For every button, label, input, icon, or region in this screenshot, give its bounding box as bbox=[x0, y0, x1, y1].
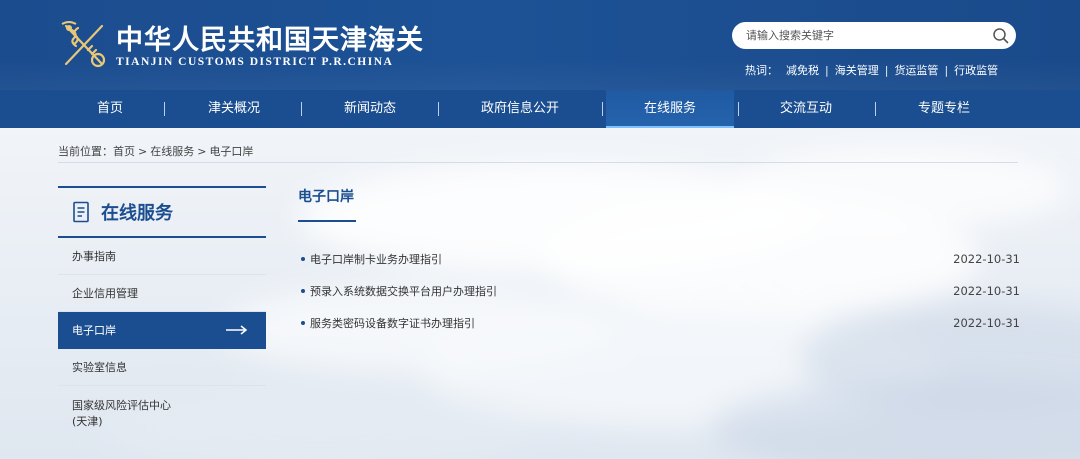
breadcrumb-separator: > bbox=[197, 145, 207, 158]
sidebar-item-label: 国家级风险评估中心(天津) bbox=[72, 399, 171, 428]
document-icon bbox=[73, 201, 89, 223]
breadcrumb-link-online-service[interactable]: 在线服务 bbox=[150, 145, 194, 158]
hotword-link[interactable]: 货运监管 bbox=[894, 62, 938, 78]
site-title: 中华人民共和国天津海关 bbox=[116, 25, 424, 56]
section-title: 电子口岸 bbox=[298, 189, 354, 205]
nav-item-about[interactable]: 津关概况 bbox=[188, 90, 280, 128]
nav-item-home[interactable]: 首页 bbox=[70, 90, 150, 128]
nav-divider bbox=[602, 102, 603, 116]
hotword-link[interactable]: 行政监管 bbox=[954, 62, 998, 78]
article-link[interactable]: 电子口岸制卡业务办理指引 bbox=[310, 253, 442, 266]
nav-item-topics[interactable]: 专题专栏 bbox=[898, 90, 990, 128]
nav-item-news[interactable]: 新闻动态 bbox=[324, 90, 416, 128]
hotwords: 热词： 减免税 | 海关管理 | 货运监管 | 行政监管 bbox=[745, 62, 998, 78]
breadcrumb-divider bbox=[58, 162, 1018, 163]
arrow-right-icon bbox=[226, 325, 248, 335]
sidebar-header: 在线服务 bbox=[58, 186, 266, 238]
breadcrumb: 当前位置：首页 > 在线服务 > 电子口岸 bbox=[58, 143, 253, 159]
bullet-icon bbox=[301, 321, 305, 325]
article-link[interactable]: 服务类密码设备数字证书办理指引 bbox=[310, 317, 475, 330]
article-list: 电子口岸制卡业务办理指引 2022-10-31 预录入系统数据交换平台用户办理指… bbox=[298, 243, 1020, 339]
nav-divider bbox=[738, 102, 739, 116]
article-date: 2022-10-31 bbox=[953, 284, 1020, 298]
hotword-link[interactable]: 减免税 bbox=[786, 62, 819, 78]
sidebar: 在线服务 办事指南 企业信用管理 电子口岸 实验室信息 国家级风险评估中心(天津… bbox=[58, 186, 266, 440]
nav-divider bbox=[164, 102, 165, 116]
hotword-divider: | bbox=[825, 63, 829, 77]
list-item: 预录入系统数据交换平台用户办理指引 2022-10-31 bbox=[298, 275, 1020, 307]
nav-item-online-service[interactable]: 在线服务 bbox=[606, 90, 734, 128]
nav-item-gov-info[interactable]: 政府信息公开 bbox=[460, 90, 580, 128]
hotword-divider: | bbox=[884, 63, 889, 77]
sidebar-item-credit[interactable]: 企业信用管理 bbox=[58, 275, 266, 312]
nav-divider bbox=[875, 102, 876, 116]
sidebar-item-lab[interactable]: 实验室信息 bbox=[58, 349, 266, 386]
sidebar-item-guide[interactable]: 办事指南 bbox=[58, 238, 266, 275]
list-item: 服务类密码设备数字证书办理指引 2022-10-31 bbox=[298, 307, 1020, 339]
sidebar-item-label: 电子口岸 bbox=[72, 324, 116, 337]
sidebar-title: 在线服务 bbox=[101, 203, 173, 224]
article-link[interactable]: 预录入系统数据交换平台用户办理指引 bbox=[310, 285, 497, 298]
nav-item-interaction[interactable]: 交流互动 bbox=[760, 90, 852, 128]
nav-divider bbox=[438, 102, 439, 116]
hotword-link[interactable]: 海关管理 bbox=[835, 62, 879, 78]
main-content: 电子口岸 电子口岸制卡业务办理指引 2022-10-31 预录入系统数据交换平台… bbox=[298, 186, 1020, 330]
breadcrumb-link-home[interactable]: 首页 bbox=[113, 145, 135, 158]
sidebar-item-risk-center[interactable]: 国家级风险评估中心(天津) bbox=[58, 386, 266, 440]
section-title-underline bbox=[298, 220, 356, 222]
hotword-divider: | bbox=[944, 63, 949, 77]
search-box bbox=[732, 22, 1016, 49]
sidebar-item-e-port[interactable]: 电子口岸 bbox=[58, 312, 266, 349]
nav-divider bbox=[301, 102, 302, 116]
bullet-icon bbox=[301, 289, 305, 293]
breadcrumb-current[interactable]: 电子口岸 bbox=[209, 145, 253, 158]
site-header: 中华人民共和国天津海关 TIANJIN CUSTOMS DISTRICT P.R… bbox=[0, 0, 1080, 90]
sidebar-item-label: 办事指南 bbox=[72, 250, 116, 263]
list-item: 电子口岸制卡业务办理指引 2022-10-31 bbox=[298, 243, 1020, 275]
site-subtitle: TIANJIN CUSTOMS DISTRICT P.R.CHINA bbox=[116, 56, 394, 68]
main-nav: 首页 津关概况 新闻动态 政府信息公开 在线服务 交流互动 专题专栏 bbox=[0, 90, 1080, 128]
bullet-icon bbox=[301, 257, 305, 261]
search-input[interactable] bbox=[746, 26, 986, 45]
customs-emblem-icon bbox=[61, 21, 106, 68]
article-date: 2022-10-31 bbox=[953, 252, 1020, 266]
sidebar-item-label: 企业信用管理 bbox=[72, 287, 138, 300]
search-icon[interactable] bbox=[992, 27, 1009, 44]
article-date: 2022-10-31 bbox=[953, 316, 1020, 330]
breadcrumb-label: 当前位置： bbox=[58, 145, 113, 158]
hotwords-label: 热词： bbox=[745, 64, 778, 77]
sidebar-item-label: 实验室信息 bbox=[72, 361, 127, 374]
breadcrumb-separator: > bbox=[138, 145, 148, 158]
